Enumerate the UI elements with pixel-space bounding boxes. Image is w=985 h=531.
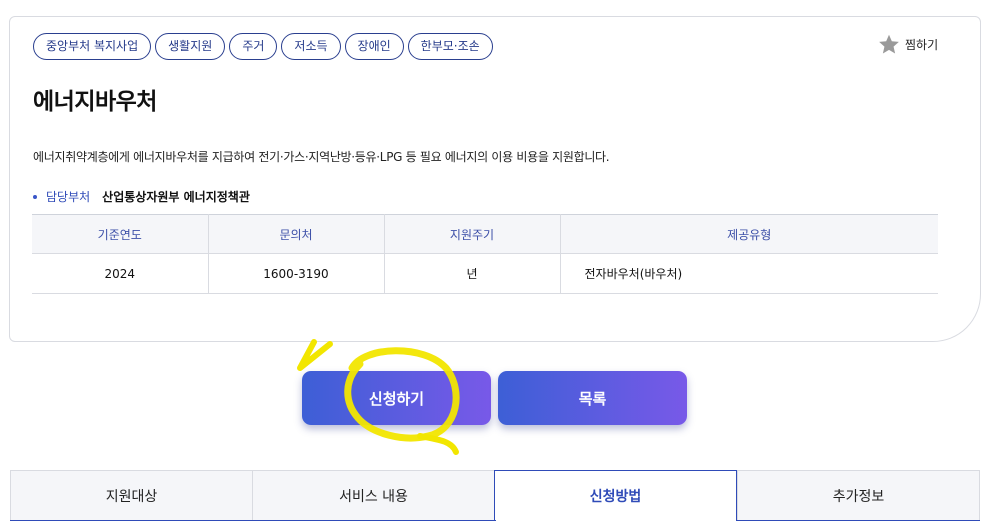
cell-provision-type: 전자바우처(바우처) (560, 253, 938, 294)
tab-underline (10, 520, 980, 521)
apply-button[interactable]: 신청하기 (302, 371, 491, 425)
favorite-label: 찜하기 (905, 38, 939, 52)
tag-list: 중앙부처 복지사업 생활지원 주거 저소득 장애인 한부모·조손 (33, 33, 493, 60)
department-label: 담당부처 (46, 190, 91, 204)
info-table: 기준연도 문의처 지원주기 제공유형 2024 1600-3190 년 전자바우… (32, 214, 938, 294)
cell-base-year: 2024 (32, 253, 209, 294)
tab-additional-info[interactable]: 추가정보 (737, 470, 980, 521)
bullet-dot (33, 194, 37, 199)
table-header-row: 기준연도 문의처 지원주기 제공유형 (32, 214, 938, 254)
table-row: 2024 1600-3190 년 전자바우처(바우처) (32, 253, 938, 294)
tab-application-method[interactable]: 신청방법 (494, 470, 737, 521)
tab-eligibility[interactable]: 지원대상 (10, 470, 252, 521)
list-button[interactable]: 목록 (498, 371, 687, 425)
header-provision-type: 제공유형 (560, 214, 938, 254)
favorite-button[interactable]: 찜하기 (878, 34, 938, 55)
star-icon (878, 34, 900, 55)
tag-central-welfare[interactable]: 중앙부처 복지사업 (33, 33, 152, 60)
active-tab-gap (496, 519, 736, 522)
service-description: 에너지취약계층에게 에너지바우처를 지급하여 전기·가스·지역난방·등유·LPG… (33, 150, 610, 164)
tag-housing[interactable]: 주거 (229, 33, 278, 60)
cell-support-cycle: 년 (384, 253, 561, 294)
cell-contact: 1600-3190 (208, 253, 385, 294)
department-value: 산업통상자원부 에너지정책관 (102, 190, 250, 204)
page-title: 에너지바우처 (33, 89, 157, 115)
header-base-year: 기준연도 (32, 214, 209, 254)
tag-low-income[interactable]: 저소득 (281, 33, 341, 60)
tab-service-content[interactable]: 서비스 내용 (252, 470, 494, 521)
header-contact: 문의처 (208, 214, 385, 254)
tab-bar: 지원대상 서비스 내용 신청방법 추가정보 (10, 470, 980, 531)
tag-living-support[interactable]: 생활지원 (155, 33, 226, 60)
header-support-cycle: 지원주기 (384, 214, 561, 254)
tag-disabled[interactable]: 장애인 (344, 33, 404, 60)
department-info: 담당부처 산업통상자원부 에너지정책관 (33, 188, 250, 205)
tag-single-parent[interactable]: 한부모·조손 (407, 33, 493, 60)
